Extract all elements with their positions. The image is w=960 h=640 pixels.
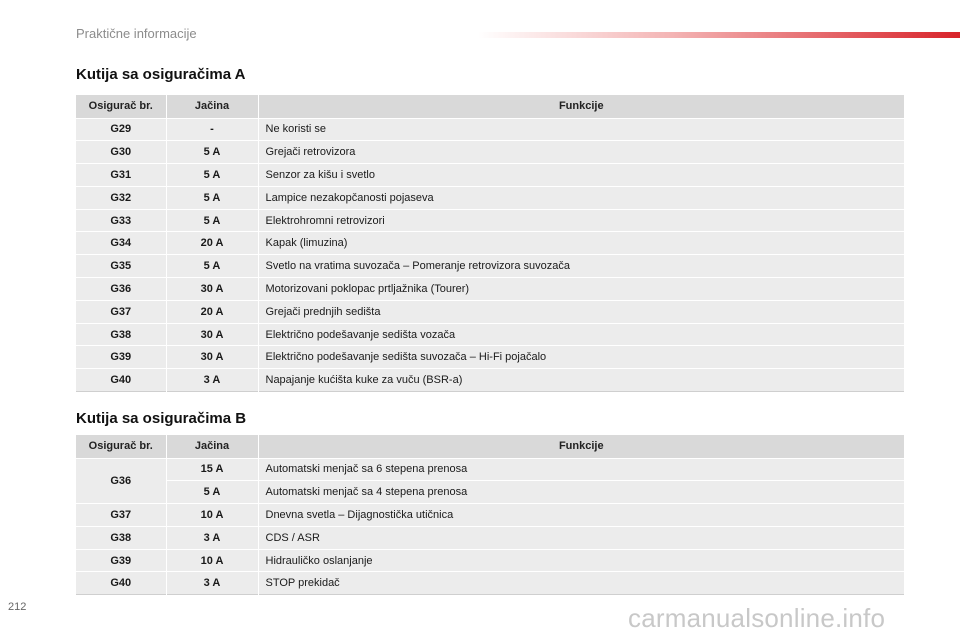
fuse-cell: G37 xyxy=(76,503,166,527)
amperage-cell: 15 A xyxy=(165,457,258,481)
function-cell: Elektrohromni retrovizori xyxy=(257,208,904,232)
fuse-cell: G33 xyxy=(76,208,166,232)
amperage-cell: 5 A xyxy=(165,208,258,232)
amperage-cell: 5 A xyxy=(165,254,258,278)
table-row: G39 30 A Električno podešavanje sedišta su… xyxy=(76,345,904,369)
amperage-cell: - xyxy=(165,117,258,141)
amperage-cell: 20 A xyxy=(165,299,258,324)
fuse-cell: G38 xyxy=(76,525,166,550)
table-header-row: Osigurač br. Jačina Funkcije xyxy=(76,95,904,118)
fuse-cell: G36 xyxy=(76,457,166,504)
column-header-amperage: Jačina xyxy=(165,435,258,458)
amperage-cell: 30 A xyxy=(165,345,258,369)
fuse-cell: G38 xyxy=(76,322,166,346)
header-accent-bar xyxy=(478,32,960,38)
table-row: G31 5 A Senzor za kišu i svetlo xyxy=(76,163,904,187)
table-row: G37 10 A Dnevna svetla – Dijagnostička uti… xyxy=(76,503,904,527)
table-row: G30 5 A Grejači retrovizora xyxy=(76,140,904,164)
amperage-cell: 3 A xyxy=(165,571,258,595)
fuse-cell: G31 xyxy=(76,163,166,187)
table-row: G29- Ne koristi se xyxy=(76,117,904,141)
column-header-functions: Funkcije xyxy=(257,95,904,118)
function-cell: Električno podešavanje sedišta vozača xyxy=(257,322,904,346)
fuse-cell: G29 xyxy=(76,117,166,141)
amperage-cell: 30 A xyxy=(165,277,258,301)
function-cell: Kapak (limuzina) xyxy=(257,231,904,255)
function-cell: CDS / ASR xyxy=(257,525,904,550)
fuse-cell: G40 xyxy=(76,571,166,595)
column-header-functions: Funkcije xyxy=(257,435,904,458)
function-cell: Hidrauličko oslanjanje xyxy=(257,548,904,572)
amperage-cell: 10 A xyxy=(165,548,258,572)
function-cell: Automatski menjač sa 4 stepena prenosa xyxy=(257,480,904,504)
fuse-cell: G39 xyxy=(76,548,166,572)
fuse-cell: G32 xyxy=(76,185,166,210)
column-header-fuse: Osigurač br. xyxy=(76,95,166,118)
fuse-cell: G39 xyxy=(76,345,166,369)
amperage-cell: 5 A xyxy=(165,163,258,187)
function-cell: Motorizovani poklopac prtljažnika (Toure… xyxy=(257,277,904,301)
fuse-cell: G36 xyxy=(76,277,166,301)
function-cell: Svetlo na vratima suvozača – Pomeranje r… xyxy=(257,254,904,278)
amperage-cell: 5 A xyxy=(165,140,258,164)
amperage-cell: 3 A xyxy=(165,525,258,550)
page-header-title: Praktične informacije xyxy=(76,26,197,41)
amperage-cell: 30 A xyxy=(165,322,258,346)
function-cell: Električno podešavanje sedišta suvozača … xyxy=(257,345,904,369)
fuse-cell: G34 xyxy=(76,231,166,255)
amperage-cell: 3 A xyxy=(165,368,258,392)
fuse-table-a: Osigurač br. Jačina Funkcije G29- Ne kori… xyxy=(76,95,904,393)
function-cell: Dnevna svetla – Dijagnostička utičnica xyxy=(257,503,904,527)
column-header-fuse: Osigurač br. xyxy=(76,435,166,458)
table-row: G37 20 A Grejači prednjih sedišta xyxy=(76,299,904,324)
table-row: 5 A Automatski menjač sa 4 stepena prenos… xyxy=(76,480,904,504)
fuse-cell: G40 xyxy=(76,368,166,392)
amperage-cell: 5 A xyxy=(165,480,258,504)
function-cell: Ne koristi se xyxy=(257,117,904,141)
fuse-cell: G35 xyxy=(76,254,166,278)
amperage-cell: 5 A xyxy=(165,185,258,210)
function-cell: Grejači prednjih sedišta xyxy=(257,299,904,324)
section-b-title: Kutija sa osiguračima B xyxy=(76,410,247,427)
amperage-cell: 20 A xyxy=(165,231,258,255)
table-row: G39 10 A Hidrauličko oslanjanje xyxy=(76,548,904,572)
function-cell: STOP prekidač xyxy=(257,571,904,595)
table-row: G36 30 A Motorizovani poklopac prtljažnika… xyxy=(76,277,904,301)
table-header-row: Osigurač br. Jačina Funkcije xyxy=(76,435,904,458)
table-row: G38 30 A Električno podešavanje sedišta vo… xyxy=(76,322,904,346)
function-cell: Napajanje kućišta kuke za vuču (BSR-a) xyxy=(257,368,904,392)
table-row: G40 3 A STOP prekidač xyxy=(76,571,904,595)
page-number: 212 xyxy=(8,601,27,613)
table-row: G33 5 A Elektrohromni retrovizori xyxy=(76,208,904,232)
fuse-cell: G37 xyxy=(76,299,166,324)
table-row: G36 15 A Automatski menjač sa 6 stepena pr… xyxy=(76,457,904,504)
table-row: G34 20 A Kapak (limuzina) xyxy=(76,231,904,255)
function-cell: Grejači retrovizora xyxy=(257,140,904,164)
watermark: carmanualsonline.info xyxy=(628,603,886,633)
function-cell: Automatski menjač sa 6 stepena prenosa xyxy=(257,457,904,481)
table-row: G40 3 A Napajanje kućišta kuke za vuču (BS… xyxy=(76,368,904,392)
table-row: G38 3 A CDS / ASR xyxy=(76,525,904,550)
function-cell: Senzor za kišu i svetlo xyxy=(257,163,904,187)
fuse-table-b: Osigurač br. Jačina Funkcije G36 15 A Auto… xyxy=(76,435,904,596)
amperage-cell: 10 A xyxy=(165,503,258,527)
function-cell: Lampice nezakopčanosti pojaseva xyxy=(257,185,904,210)
section-a-title: Kutija sa osiguračima A xyxy=(76,66,246,83)
table-row: G32 5 A Lampice nezakopčanosti pojaseva xyxy=(76,185,904,210)
column-header-amperage: Jačina xyxy=(165,95,258,118)
table-row: G35 5 A Svetlo na vratima suvozača – Pomer… xyxy=(76,254,904,278)
fuse-cell: G30 xyxy=(76,140,166,164)
